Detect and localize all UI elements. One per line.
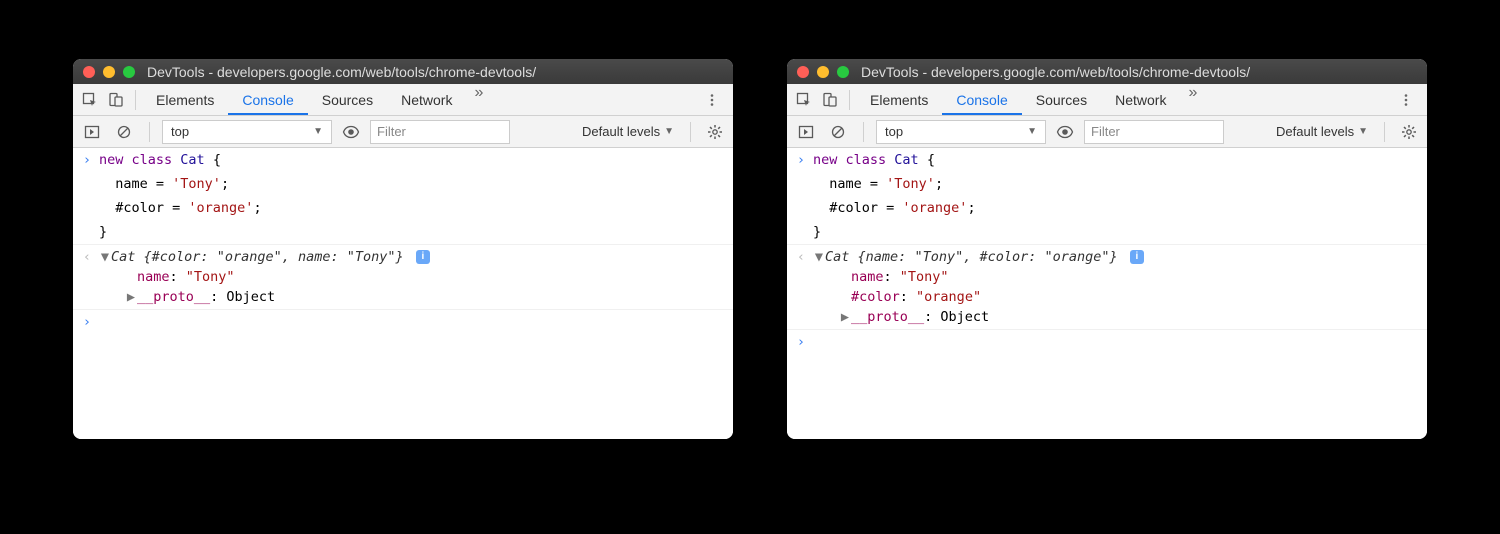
inspect-icon[interactable]	[77, 87, 103, 113]
zoom-icon[interactable]	[123, 66, 135, 78]
input-marker: ›	[77, 150, 97, 170]
code-line: new class Cat {	[97, 150, 729, 170]
input-marker	[77, 198, 97, 218]
prompt-icon: ›	[77, 312, 97, 332]
context-value: top	[885, 124, 903, 139]
input-marker: ›	[791, 150, 811, 170]
collapse-icon[interactable]: ▼	[813, 247, 825, 267]
collapse-icon[interactable]: ▼	[99, 247, 111, 267]
levels-value: Default levels	[582, 124, 660, 139]
console-sidebar-icon[interactable]	[79, 119, 105, 145]
console-input[interactable]	[97, 312, 729, 332]
levels-value: Default levels	[1276, 124, 1354, 139]
expand-icon[interactable]: ▶	[125, 287, 137, 307]
code-line: new class Cat {	[811, 150, 1423, 170]
kebab-icon[interactable]	[1389, 93, 1423, 107]
titlebar: DevTools - developers.google.com/web/too…	[787, 59, 1427, 84]
window-title: DevTools - developers.google.com/web/too…	[861, 64, 1250, 80]
console-sidebar-icon[interactable]	[793, 119, 819, 145]
filter-input[interactable]	[370, 120, 510, 144]
console-output: › new class Cat { name = 'Tony'; #color …	[73, 148, 733, 439]
log-levels-select[interactable]: Default levels ▼	[578, 120, 678, 144]
tab-console[interactable]: Console	[942, 84, 1021, 115]
code-line: }	[97, 222, 729, 242]
close-icon[interactable]	[83, 66, 95, 78]
prompt-icon: ›	[791, 332, 811, 352]
info-icon[interactable]: i	[1130, 250, 1144, 264]
console-input[interactable]	[811, 332, 1423, 352]
object-property[interactable]: ▶__proto__: Object	[99, 287, 729, 307]
input-marker	[791, 198, 811, 218]
devtools-window: DevTools - developers.google.com/web/too…	[787, 59, 1427, 439]
more-tabs-icon[interactable]: »	[1180, 84, 1205, 115]
code-line: }	[811, 222, 1423, 242]
tab-network[interactable]: Network	[1101, 84, 1180, 115]
tab-elements[interactable]: Elements	[856, 84, 942, 115]
device-icon[interactable]	[817, 87, 843, 113]
tab-sources[interactable]: Sources	[308, 84, 387, 115]
clear-console-icon[interactable]	[825, 119, 851, 145]
code-line: #color = 'orange';	[811, 198, 1423, 218]
filter-input[interactable]	[1084, 120, 1224, 144]
tab-console[interactable]: Console	[228, 84, 307, 115]
input-marker	[791, 222, 811, 242]
chevron-down-icon: ▼	[1027, 126, 1037, 137]
input-marker	[791, 174, 811, 194]
input-marker	[77, 174, 97, 194]
devtools-window: DevTools - developers.google.com/web/too…	[73, 59, 733, 439]
chevron-down-icon: ▼	[1358, 126, 1368, 137]
clear-console-icon[interactable]	[111, 119, 137, 145]
object-property[interactable]: ▶__proto__: Object	[813, 307, 1423, 327]
more-tabs-icon[interactable]: »	[466, 84, 491, 115]
expand-icon[interactable]: ▶	[839, 307, 851, 327]
info-icon[interactable]: i	[416, 250, 430, 264]
minimize-icon[interactable]	[103, 66, 115, 78]
tab-sources[interactable]: Sources	[1022, 84, 1101, 115]
kebab-icon[interactable]	[695, 93, 729, 107]
output-marker: ‹	[791, 247, 811, 327]
gear-icon[interactable]	[703, 124, 727, 140]
object-property[interactable]: name: "Tony"	[813, 267, 1423, 287]
minimize-icon[interactable]	[817, 66, 829, 78]
log-levels-select[interactable]: Default levels ▼	[1272, 120, 1372, 144]
code-line: name = 'Tony';	[811, 174, 1423, 194]
titlebar: DevTools - developers.google.com/web/too…	[73, 59, 733, 84]
zoom-icon[interactable]	[837, 66, 849, 78]
chevron-down-icon: ▼	[313, 126, 323, 137]
inspect-icon[interactable]	[791, 87, 817, 113]
gear-icon[interactable]	[1397, 124, 1421, 140]
chevron-down-icon: ▼	[664, 126, 674, 137]
device-icon[interactable]	[103, 87, 129, 113]
close-icon[interactable]	[797, 66, 809, 78]
context-select[interactable]: top ▼	[162, 120, 332, 144]
tab-network[interactable]: Network	[387, 84, 466, 115]
object-property[interactable]: name: "Tony"	[99, 267, 729, 287]
input-marker	[77, 222, 97, 242]
live-expression-icon[interactable]	[338, 119, 364, 145]
console-output: › new class Cat { name = 'Tony'; #color …	[787, 148, 1427, 439]
code-line: name = 'Tony';	[97, 174, 729, 194]
object-property[interactable]: #color: "orange"	[813, 287, 1423, 307]
output-marker: ‹	[77, 247, 97, 307]
code-line: #color = 'orange';	[97, 198, 729, 218]
context-value: top	[171, 124, 189, 139]
context-select[interactable]: top ▼	[876, 120, 1046, 144]
tab-elements[interactable]: Elements	[142, 84, 228, 115]
live-expression-icon[interactable]	[1052, 119, 1078, 145]
window-title: DevTools - developers.google.com/web/too…	[147, 64, 536, 80]
